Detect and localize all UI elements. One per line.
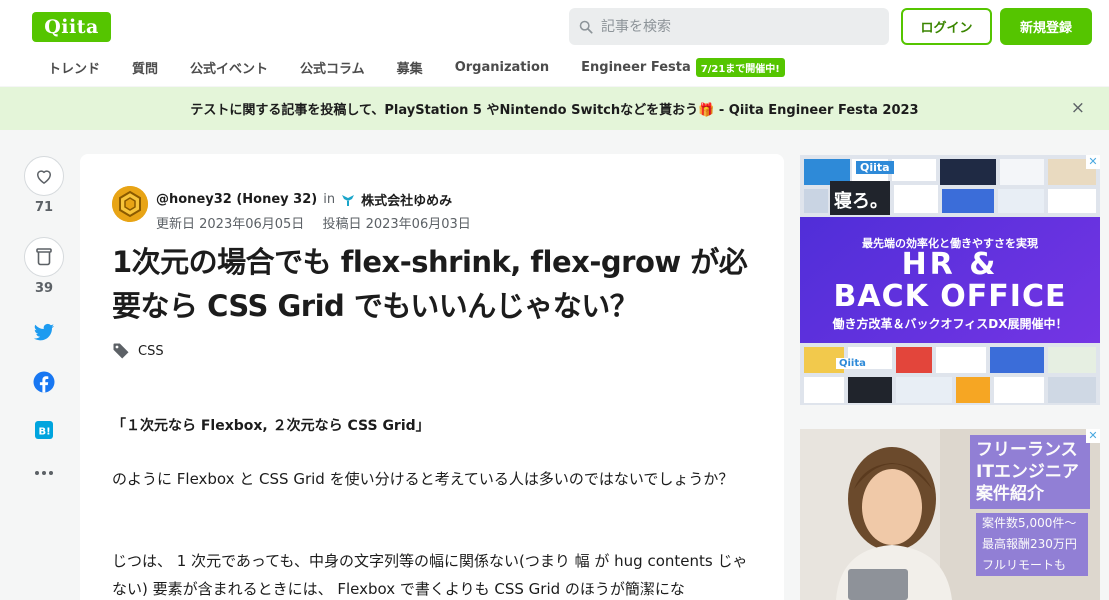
main-nav: トレンド 質問 公式イベント 公式コラム 募集 Organization Eng…	[32, 56, 785, 78]
svg-text:B!: B!	[39, 427, 51, 438]
announcement-banner[interactable]: テストに関する記事を投稿して、PlayStation 5 やNintendo S…	[0, 87, 1109, 130]
search-input[interactable]	[593, 8, 889, 45]
twitter-share-button[interactable]	[24, 323, 64, 343]
organization-icon	[342, 194, 355, 206]
facebook-icon	[33, 371, 55, 393]
ad-bullets: 案件数5,000件〜 最高報酬230万円 フルリモートも	[976, 513, 1088, 576]
avatar[interactable]	[112, 186, 148, 222]
like-count: 71	[34, 200, 54, 215]
hatena-bookmark-button[interactable]: B!	[24, 421, 64, 439]
author-in-label: in	[323, 192, 336, 207]
ad-line-3: BACK OFFICE	[833, 279, 1067, 314]
honeycomb-icon	[112, 186, 148, 222]
article-card: @honey32 (Honey 32) in 株式会社ゆめみ 更新日 2023年…	[80, 154, 784, 600]
search-icon	[579, 20, 593, 34]
qiita-logo[interactable]: Qiita	[32, 12, 111, 42]
updated-date: 更新日 2023年06月05日	[156, 217, 305, 232]
author-name[interactable]: @honey32 (Honey 32)	[156, 192, 317, 207]
nav-item-recruiting[interactable]: 募集	[397, 58, 423, 77]
facebook-share-button[interactable]	[24, 371, 64, 393]
organization-name[interactable]: 株式会社ゆめみ	[361, 190, 452, 209]
nav-item-official-columns[interactable]: 公式コラム	[300, 58, 365, 77]
festa-badge[interactable]: 7/21まで開催中!	[695, 57, 785, 77]
twitter-icon	[33, 323, 55, 341]
stock-count: 39	[34, 281, 54, 296]
hr-backoffice-ad[interactable]: Qiita 寝ろ。 最先端の効率化と働きやすさを実現 HR & BACK OFF…	[800, 155, 1100, 405]
ad-close-icon[interactable]: ✕	[1086, 155, 1100, 169]
ad-close-icon-2[interactable]: ✕	[1086, 429, 1100, 443]
article-dates: 更新日 2023年06月05日 投稿日 2023年06月03日	[156, 213, 485, 232]
nav-item-organization[interactable]: Organization	[455, 60, 549, 75]
ad-headline-1: フリーランス	[976, 440, 1078, 460]
ad-qiita-label: Qiita	[856, 161, 894, 174]
heart-icon	[37, 170, 51, 184]
article-paragraph-1: 「１次元なら Flexbox, ２次元なら CSS Grid」	[112, 418, 430, 434]
posted-date: 投稿日 2023年06月03日	[322, 217, 471, 232]
ad-bullet-3: フルリモートも	[982, 558, 1067, 572]
ad-headline-box: フリーランス ITエンジニア 案件紹介	[970, 435, 1090, 509]
author-line: @honey32 (Honey 32) in 株式会社ゆめみ	[156, 190, 452, 209]
like-button[interactable]	[24, 156, 64, 196]
nav-item-official-events[interactable]: 公式イベント	[190, 58, 268, 77]
stock-button[interactable]	[24, 237, 64, 277]
nav-item-trend[interactable]: トレンド	[48, 58, 100, 77]
tag-icon	[113, 343, 129, 359]
ad-line-2: HR &	[901, 247, 999, 282]
signup-button[interactable]: 新規登録	[1000, 8, 1092, 45]
nav-item-questions[interactable]: 質問	[132, 58, 158, 77]
article-title: 1次元の場合でも flex-shrink, flex-grow が必要なら CS…	[112, 245, 748, 323]
stock-icon	[36, 248, 52, 266]
ad-qiita-label-2: Qiita	[836, 358, 869, 369]
ad-headline-3: 案件紹介	[976, 484, 1044, 504]
ad-line-4: 働き方改革＆バックオフィスDX展開催中！	[832, 317, 1068, 331]
ad-sleep-text: 寝ろ。	[834, 191, 888, 212]
tag-list: CSS	[112, 342, 164, 360]
hatena-bookmark-icon: B!	[35, 421, 53, 439]
search-box[interactable]	[569, 8, 889, 45]
article-paragraph-3: じつは、 1 次元であっても、中身の文字列等の幅に関係ない(つまり 幅 が hu…	[112, 552, 748, 598]
close-icon[interactable]: ×	[1071, 100, 1085, 117]
top-header: Qiita ログイン 新規登録 トレンド 質問 公式イベント 公式コラム 募集 …	[0, 0, 1109, 86]
banner-text[interactable]: テストに関する記事を投稿して、PlayStation 5 やNintendo S…	[190, 99, 918, 118]
ad-bullet-1: 案件数5,000件〜	[982, 516, 1077, 530]
article-paragraph-2: のように Flexbox と CSS Grid を使い分けると考えている人は多い…	[112, 470, 734, 488]
login-button[interactable]: ログイン	[901, 8, 992, 45]
more-icon	[35, 471, 53, 475]
tag-css[interactable]: CSS	[138, 344, 164, 359]
nav-item-engineer-festa[interactable]: Engineer Festa	[581, 60, 691, 75]
more-options-button[interactable]	[24, 470, 64, 476]
ad-bullet-2: 最高報酬230万円	[982, 537, 1077, 551]
ad-headline-2: ITエンジニア	[976, 462, 1079, 482]
freelance-engineer-ad[interactable]: フリーランス ITエンジニア 案件紹介 案件数5,000件〜 最高報酬230万円…	[800, 429, 1100, 600]
